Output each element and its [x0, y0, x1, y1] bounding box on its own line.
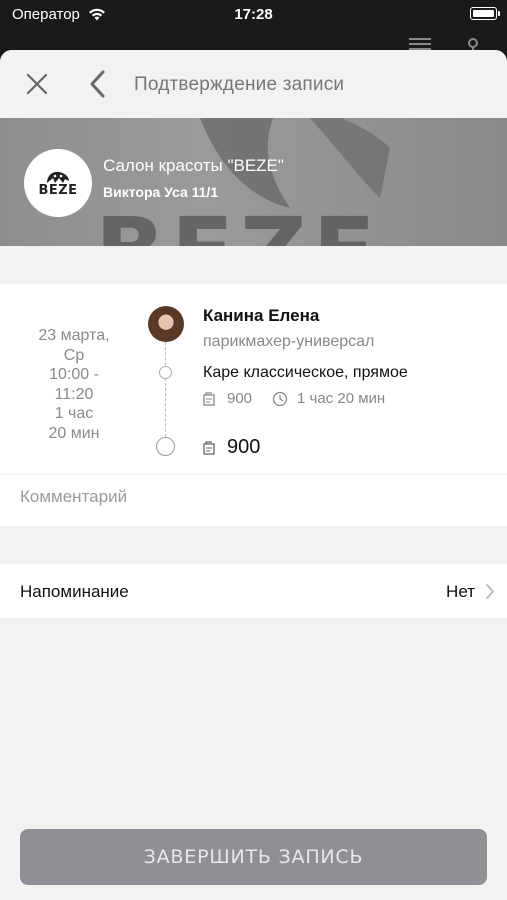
duration-line: 20 мин: [48, 424, 100, 442]
comment-row[interactable]: [0, 474, 507, 526]
chevron-left-icon[interactable]: [86, 69, 108, 99]
time-line: 11:20: [54, 385, 94, 403]
reminder-label: Напоминание: [20, 582, 129, 601]
timeline-line: [165, 342, 166, 442]
comment-input[interactable]: [20, 487, 480, 507]
service-name: Каре классическое, прямое: [203, 364, 408, 381]
service-duration: 1 час 20 мин: [297, 390, 386, 407]
duration-line: 1 час: [54, 405, 94, 422]
price-tag-icon: [203, 391, 215, 406]
price-tag-icon: [203, 440, 215, 455]
salon-logo: BEZE: [24, 149, 92, 217]
booking-confirmation-sheet: Подтверждение записи BEZE BEZE Салон кра…: [0, 50, 507, 900]
date-line: 23 марта,: [38, 327, 110, 344]
reminder-row[interactable]: Напоминание Нет: [0, 564, 507, 618]
service-price: 900: [227, 390, 253, 407]
clock: 17:28: [234, 6, 273, 23]
master-name: Канина Елена: [203, 306, 320, 325]
clock-icon: [272, 391, 288, 406]
banner-watermark: BEZE: [95, 198, 382, 246]
salon-banner[interactable]: BEZE BEZE Салон красоты "BEZE" Виктора У…: [0, 118, 507, 246]
nav-bar: Подтверждение записи: [0, 50, 507, 118]
page-title: Подтверждение записи: [134, 74, 345, 95]
total-price: 900: [203, 436, 260, 459]
close-icon[interactable]: [24, 71, 50, 97]
timeline-end-dot: [156, 437, 175, 456]
master-role: парикмахер-универсал: [203, 333, 375, 350]
time-line: 10:00 -: [49, 366, 99, 383]
total-value: 900: [227, 436, 261, 458]
chevron-right-icon: [486, 584, 494, 599]
salon-name: Салон красоты "BEZE": [103, 156, 284, 175]
date-line: Ср: [63, 346, 85, 364]
timeline-dot: [159, 366, 172, 379]
service-meta: 900 1 час 20 мин: [203, 390, 385, 407]
salon-address: Виктора Уса 11/1: [103, 184, 219, 200]
booking-card: 23 марта, Ср 10:00 - 11:20 1 час 20 мин …: [0, 284, 507, 474]
master-avatar: [148, 306, 184, 342]
battery-icon: [470, 7, 500, 20]
booking-date-time: 23 марта, Ср 10:00 - 11:20 1 час 20 мин: [16, 326, 132, 443]
salon-logo-text: BEZE: [38, 182, 78, 198]
finish-booking-button[interactable]: ЗАВЕРШИТЬ ЗАПИСЬ: [20, 829, 487, 885]
status-bar: Оператор 17:28: [0, 0, 507, 30]
reminder-value: Нет: [446, 582, 475, 601]
